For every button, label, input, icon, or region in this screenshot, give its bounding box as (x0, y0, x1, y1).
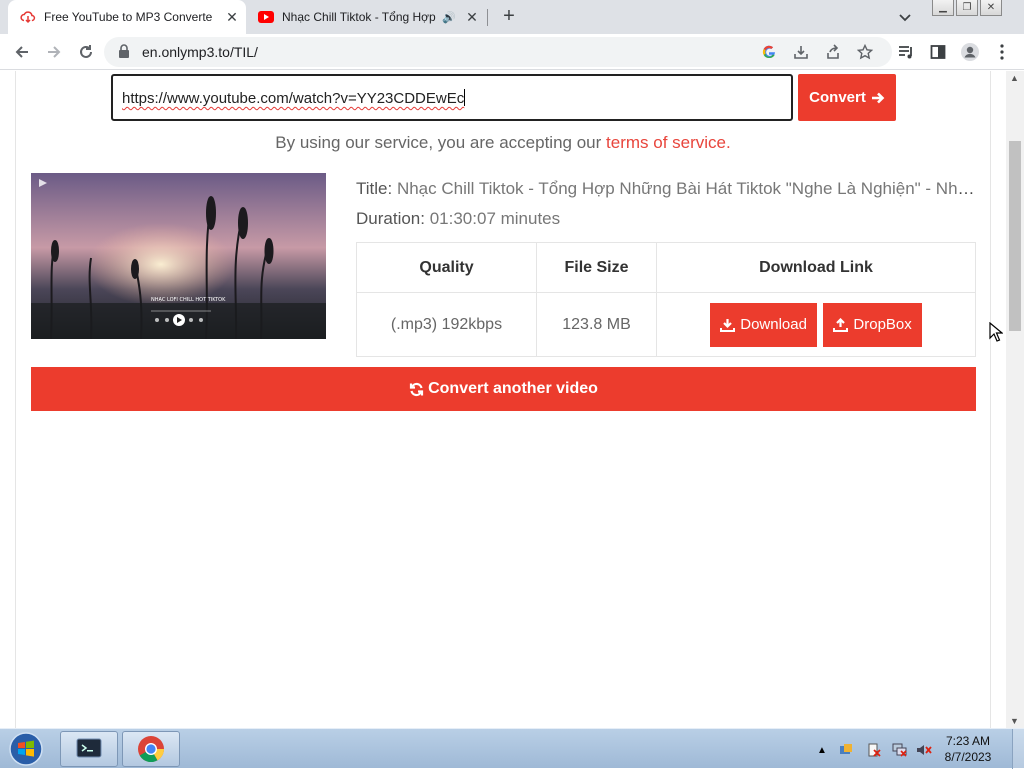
youtube-icon (258, 9, 274, 25)
tab-strip: Free YouTube to MP3 Converter ✕ Nhạc Chi… (0, 0, 1024, 34)
table-header-row: Quality File Size Download Link (356, 242, 976, 293)
page-viewport: https://www.youtube.com/watch?v=YY23CDDE… (0, 71, 1024, 728)
forward-icon[interactable] (42, 40, 66, 64)
refresh-icon (409, 382, 424, 396)
restore-icon[interactable]: ❐ (956, 0, 978, 16)
download-icon (720, 318, 736, 332)
page-border (15, 71, 16, 728)
scroll-thumb[interactable] (1009, 141, 1021, 331)
convert-button[interactable]: Convert (798, 74, 896, 121)
tab-title: Free YouTube to MP3 Converter (44, 10, 212, 24)
convert-another-label: Convert another video (428, 380, 598, 397)
file-size-cell: 123.8 MB (536, 292, 657, 357)
profile-avatar-icon[interactable] (960, 42, 980, 62)
download-button-label: Download (740, 316, 807, 333)
close-window-icon[interactable]: ✕ (980, 0, 1002, 16)
back-icon[interactable] (10, 40, 34, 64)
column-header-file-size: File Size (536, 242, 657, 293)
tray-app-icon[interactable] (838, 742, 854, 758)
title-label: Title: (356, 179, 393, 198)
download-button[interactable]: Download (710, 302, 817, 347)
duration-label: Duration: (356, 209, 425, 228)
tab-title: Nhạc Chill Tiktok - Tổng Hợp (282, 10, 436, 24)
url-text: en.onlymp3.to/TIL/ (142, 44, 258, 60)
page-border (990, 71, 991, 728)
windows-logo-icon (9, 732, 43, 766)
lock-icon[interactable] (118, 44, 130, 64)
video-thumbnail: NHẠC LOFI CHILL HOT TIKTOK (31, 173, 326, 339)
taskbar-app-console[interactable] (60, 731, 118, 767)
scroll-down-arrow-icon[interactable]: ▼ (1010, 716, 1019, 726)
convert-another-button[interactable]: Convert another video (31, 367, 976, 411)
youtube-url-input[interactable]: https://www.youtube.com/watch?v=YY23CDDE… (111, 74, 793, 121)
window-controls: ▁ ❐ ✕ (932, 0, 1002, 16)
taskbar-clock[interactable]: 7:23 AM 8/7/2023 (938, 733, 998, 765)
download-table: Quality File Size Download Link (.mp3) 1… (356, 242, 976, 357)
network-icon[interactable] (892, 742, 908, 758)
tab-onlymp3[interactable]: Free YouTube to MP3 Converter ✕ (8, 0, 246, 34)
menu-kebab-icon[interactable] (992, 42, 1012, 62)
show-hidden-icons-icon[interactable]: ▲ (814, 742, 830, 758)
tab-search-icon[interactable] (896, 8, 914, 26)
url-input-value: https://www.youtube.com/watch?v=YY23CDDE… (122, 90, 465, 107)
close-tab-icon[interactable]: ✕ (464, 9, 480, 25)
page-scrollbar[interactable]: ▲ ▼ (1006, 71, 1024, 728)
table-row: (.mp3) 192kbps 123.8 MB Download DropBox (356, 292, 976, 357)
google-icon[interactable] (760, 43, 778, 61)
share-icon[interactable] (824, 43, 842, 61)
terms-of-service-link[interactable]: terms of service. (606, 133, 731, 152)
install-app-icon[interactable] (792, 43, 810, 61)
taskbar-app-chrome[interactable] (122, 731, 180, 767)
column-header-quality: Quality (356, 242, 537, 293)
media-queue-icon[interactable] (896, 42, 916, 62)
column-header-download-link: Download Link (656, 242, 976, 293)
new-tab-button[interactable]: + (497, 6, 521, 28)
video-title: Title: Nhạc Chill Tiktok - Tổng Hợp Nhữn… (356, 179, 976, 199)
bookmark-star-icon[interactable] (856, 43, 874, 61)
reload-icon[interactable] (74, 40, 98, 64)
convert-button-label: Convert (809, 89, 866, 106)
text-caret (464, 89, 466, 106)
video-duration: Duration: 01:30:07 minutes (356, 209, 560, 229)
minimize-icon[interactable]: ▁ (932, 0, 954, 16)
arrow-right-icon (871, 92, 885, 103)
start-button[interactable] (4, 730, 48, 768)
action-center-icon[interactable] (866, 742, 882, 758)
scroll-up-arrow-icon[interactable]: ▲ (1010, 73, 1019, 83)
browser-toolbar: en.onlymp3.to/TIL/ (0, 34, 1024, 70)
quality-cell: (.mp3) 192kbps (356, 292, 537, 357)
close-tab-icon[interactable]: ✕ (224, 9, 240, 25)
show-desktop-button[interactable] (1012, 729, 1024, 769)
svg-text:NHẠC LOFI CHILL HOT TIKTOK: NHẠC LOFI CHILL HOT TIKTOK (151, 297, 226, 303)
dropbox-button-label: DropBox (853, 316, 912, 333)
address-bar[interactable]: en.onlymp3.to/TIL/ (104, 37, 892, 67)
tab-youtube[interactable]: Nhạc Chill Tiktok - Tổng Hợp 🔊 ✕ (250, 0, 486, 34)
volume-muted-icon[interactable] (916, 742, 932, 758)
title-value: Nhạc Chill Tiktok - Tổng Hợp Những Bài H… (396, 179, 976, 198)
speaker-icon[interactable]: 🔊 (442, 11, 456, 24)
terms-notice: By using our service, you are accepting … (0, 133, 1006, 153)
mouse-cursor-icon (989, 321, 1004, 347)
dropbox-button[interactable]: DropBox (823, 302, 922, 347)
clock-date: 8/7/2023 (944, 750, 992, 764)
chrome-icon (138, 736, 165, 763)
duration-value: 01:30:07 minutes (429, 209, 561, 228)
console-app-icon (76, 738, 102, 758)
cloud-download-icon (20, 9, 36, 25)
terms-text: By using our service, you are accepting … (275, 133, 602, 152)
clock-time: 7:23 AM (945, 734, 991, 748)
windows-taskbar: ▲ 7:23 AM 8/7/2023 (0, 728, 1024, 769)
upload-icon (833, 317, 849, 332)
download-link-cell: Download DropBox (656, 292, 976, 357)
tab-separator (487, 9, 488, 26)
side-panel-icon[interactable] (928, 42, 948, 62)
